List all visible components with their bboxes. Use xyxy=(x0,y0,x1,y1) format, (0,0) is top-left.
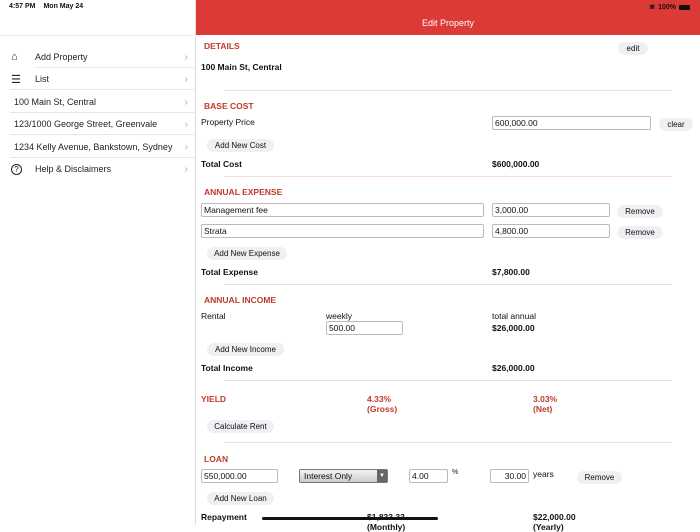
edit-button[interactable]: edit xyxy=(618,42,648,55)
weekly-rent-input[interactable]: 500.00 xyxy=(326,321,403,335)
wifi-icon: ≇ xyxy=(649,4,656,11)
add-new-cost-button[interactable]: Add New Cost xyxy=(207,139,274,152)
divider xyxy=(224,380,672,381)
add-new-loan-button[interactable]: Add New Loan xyxy=(207,492,274,505)
total-income-label: Total Income xyxy=(201,363,253,373)
section-title-annual-expense: ANNUAL EXPENSE xyxy=(204,187,283,197)
property-address: 100 Main St, Central xyxy=(201,62,282,72)
divider xyxy=(224,442,672,443)
add-new-expense-button[interactable]: Add New Expense xyxy=(207,247,287,260)
list-icon: ☰ xyxy=(11,73,21,86)
interest-rate-input[interactable]: 4.00 xyxy=(409,469,448,483)
loan-type-select[interactable]: Interest Only ▼ xyxy=(299,469,388,483)
net-yield-value: 3.03% xyxy=(533,394,558,404)
total-annual-value: $26,000.00 xyxy=(492,323,535,333)
loan-type-value: Interest Only xyxy=(304,471,353,481)
expense-name-input[interactable]: Management fee xyxy=(201,203,484,217)
battery-percent: 100% xyxy=(658,3,676,11)
years-label: years xyxy=(533,469,554,479)
divider xyxy=(224,284,672,285)
section-title-base-cost: BASE COST xyxy=(204,101,254,111)
chevron-right-icon: › xyxy=(184,96,188,108)
divider xyxy=(10,89,196,90)
total-expense-value: $7,800.00 xyxy=(492,267,530,277)
divider xyxy=(0,35,196,36)
divider xyxy=(224,176,672,177)
total-cost-value: $600,000.00 xyxy=(492,159,540,169)
loan-term-input[interactable]: 30.00 xyxy=(490,469,529,483)
total-cost-label: Total Cost xyxy=(201,159,242,169)
expense-amount-input[interactable]: 4,800.00 xyxy=(492,224,610,238)
yearly-repayment-value: $22,000.00 xyxy=(533,512,576,522)
help-icon: ? xyxy=(11,163,22,175)
sidebar-item-label: List xyxy=(35,74,50,84)
home-icon: ⌂ xyxy=(11,51,18,63)
calculate-rent-button[interactable]: Calculate Rent xyxy=(207,420,274,433)
total-annual-label: total annual xyxy=(492,311,536,321)
nav-header: Edit Property xyxy=(196,0,700,35)
sidebar-item-property[interactable]: 100 Main St, Central › xyxy=(0,91,196,113)
percent-label: % xyxy=(452,469,459,476)
divider xyxy=(224,90,672,91)
expense-name-input[interactable]: Strata xyxy=(201,224,484,238)
remove-expense-button[interactable]: Remove xyxy=(617,226,663,239)
sidebar-item-add-property[interactable]: ⌂ Add Property › xyxy=(0,46,196,68)
chevron-right-icon: › xyxy=(184,51,188,63)
total-income-value: $26,000.00 xyxy=(492,363,535,373)
net-yield-label: (Net) xyxy=(533,404,553,414)
chevron-right-icon: › xyxy=(184,118,188,130)
gross-yield-value: 4.33% xyxy=(367,394,392,404)
expense-amount-input[interactable]: 3,000.00 xyxy=(492,203,610,217)
yearly-label: (Yearly) xyxy=(533,522,564,532)
section-title-loan: LOAN xyxy=(204,454,229,464)
rental-label: Rental xyxy=(201,311,226,321)
sidebar-item-property[interactable]: 1234 Kelly Avenue, Bankstown, Sydney › xyxy=(0,136,196,158)
section-title-yield: YIELD xyxy=(201,394,227,404)
repayment-label: Repayment xyxy=(201,512,247,522)
sidebar-item-list[interactable]: ☰ List › xyxy=(0,68,196,90)
status-bar-right: ≇ 100% xyxy=(649,3,690,11)
property-price-label: Property Price xyxy=(201,117,255,127)
chevron-right-icon: › xyxy=(184,141,188,153)
page-title: Edit Property xyxy=(421,18,475,28)
section-title-details: DETAILS xyxy=(204,41,240,51)
sidebar-item-label: 1234 Kelly Avenue, Bankstown, Sydney xyxy=(14,142,173,152)
chevron-down-icon: ▼ xyxy=(377,470,387,482)
loan-amount-input[interactable]: 550,000.00 xyxy=(201,469,278,483)
sidebar-item-label: Add Property xyxy=(35,52,88,62)
sidebar: ⌂ Add Property › ☰ List › 100 Main St, Centr… xyxy=(0,0,196,525)
gross-yield-label: (Gross) xyxy=(367,404,398,414)
sidebar-item-label: 123/1000 George Street, Greenvale xyxy=(14,119,158,129)
remove-expense-button[interactable]: Remove xyxy=(617,205,663,218)
home-indicator[interactable] xyxy=(262,517,438,520)
monthly-label: (Monthly) xyxy=(367,522,406,532)
sidebar-item-property[interactable]: 123/1000 George Street, Greenvale › xyxy=(0,113,196,135)
section-title-annual-income: ANNUAL INCOME xyxy=(204,295,277,305)
add-new-income-button[interactable]: Add New Income xyxy=(207,343,284,356)
clear-button[interactable]: clear xyxy=(659,118,693,131)
chevron-right-icon: › xyxy=(184,73,188,85)
sidebar-item-help[interactable]: ? Help & Disclaimers › xyxy=(0,158,196,180)
weekly-label: weekly xyxy=(326,311,352,321)
remove-loan-button[interactable]: Remove xyxy=(577,471,622,484)
chevron-right-icon: › xyxy=(184,163,188,175)
battery-icon xyxy=(679,4,690,10)
total-expense-label: Total Expense xyxy=(201,267,258,277)
sidebar-item-label: 100 Main St, Central xyxy=(14,97,97,107)
sidebar-item-label: Help & Disclaimers xyxy=(35,164,112,174)
property-price-input[interactable]: 600,000.00 xyxy=(492,116,651,130)
divider xyxy=(10,134,196,135)
